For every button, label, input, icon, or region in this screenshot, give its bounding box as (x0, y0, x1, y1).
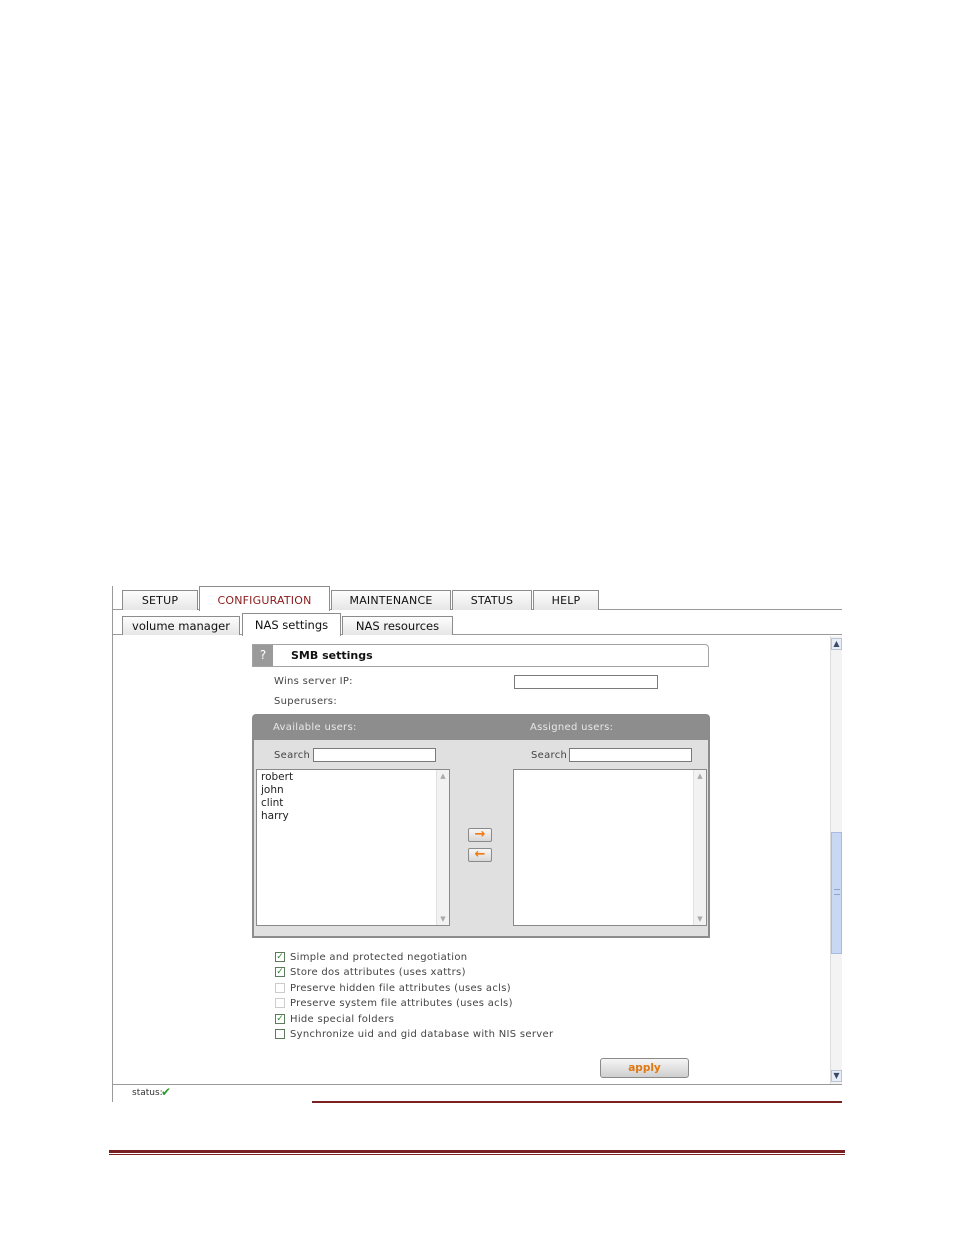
checkbox-disabled-icon (275, 983, 285, 993)
wins-server-label: Wins server IP: (274, 676, 353, 687)
checkbox-disabled-icon (275, 998, 285, 1008)
scroll-up-icon[interactable]: ▲ (831, 638, 842, 650)
subtab-volume-manager[interactable]: volume manager (122, 616, 240, 635)
option-label: Preserve system file attributes (uses ac… (290, 998, 513, 1009)
scroll-up-icon[interactable]: ▲ (438, 771, 448, 781)
status-ok-icon: ✔ (161, 1085, 172, 1099)
available-search-label: Search (274, 750, 311, 761)
available-users-header: Available users: (273, 722, 357, 733)
tab-help[interactable]: HELP (533, 590, 599, 610)
help-icon[interactable]: ? (253, 645, 273, 666)
superusers-label: Superusers: (274, 696, 337, 707)
option-label: Store dos attributes (uses xattrs) (290, 967, 466, 978)
scroll-down-icon[interactable]: ▼ (831, 1070, 842, 1082)
list-item[interactable]: john (257, 784, 449, 797)
sub-tab-bar: volume manager NAS settings NAS resource… (113, 610, 842, 636)
tab-maintenance[interactable]: MAINTENANCE (331, 590, 451, 610)
scroll-down-icon[interactable]: ▼ (695, 914, 705, 924)
section-title: SMB settings (291, 649, 373, 662)
footer-divider (109, 1150, 845, 1153)
option-label: Simple and protected negotiation (290, 952, 468, 963)
assigned-users-list[interactable]: ▲ ▼ (513, 769, 707, 926)
grip-icon (834, 889, 840, 895)
assigned-search-input[interactable] (569, 748, 692, 762)
option-label: Preserve hidden file attributes (uses ac… (290, 983, 511, 994)
list-item[interactable]: clint (257, 797, 449, 810)
scroll-down-icon[interactable]: ▼ (438, 914, 448, 924)
checkbox-checked-icon[interactable]: ✓ (275, 967, 285, 977)
checkbox-unchecked-icon[interactable] (275, 1029, 285, 1039)
add-user-button[interactable]: → (468, 828, 492, 842)
available-search-input[interactable] (313, 748, 436, 762)
users-assignment-panel: Available users: Assigned users: Search … (252, 714, 710, 938)
footer-divider (109, 1154, 845, 1155)
list-scrollbar[interactable]: ▲ ▼ (693, 770, 706, 925)
smb-settings-header: ? SMB settings (252, 644, 709, 667)
assigned-users-header: Assigned users: (530, 722, 614, 733)
checkbox-checked-icon[interactable]: ✓ (275, 952, 285, 962)
divider (312, 1101, 842, 1103)
option-label: Synchronize uid and gid database with NI… (290, 1029, 554, 1040)
subtab-nas-settings[interactable]: NAS settings (242, 613, 341, 636)
nas-config-window: SETUP CONFIGURATION MAINTENANCE STATUS H… (112, 586, 842, 1103)
available-users-list[interactable]: robert john clint harry ▲ ▼ (256, 769, 450, 926)
tab-configuration[interactable]: CONFIGURATION (199, 586, 330, 611)
scroll-thumb[interactable] (831, 832, 842, 954)
wins-server-input[interactable] (514, 675, 658, 689)
list-item[interactable]: harry (257, 810, 449, 823)
list-item[interactable]: robert (257, 771, 449, 784)
main-tab-bar: SETUP CONFIGURATION MAINTENANCE STATUS H… (113, 586, 842, 611)
assigned-search-label: Search (531, 750, 568, 761)
users-panel-header: Available users: Assigned users: (254, 716, 708, 740)
option-label: Hide special folders (290, 1014, 395, 1025)
checkbox-checked-icon[interactable]: ✓ (275, 1014, 285, 1024)
list-scrollbar[interactable]: ▲ ▼ (436, 770, 449, 925)
tab-setup[interactable]: SETUP (122, 590, 198, 610)
subtab-nas-resources[interactable]: NAS resources (342, 616, 453, 635)
scroll-up-icon[interactable]: ▲ (695, 771, 705, 781)
apply-button[interactable]: apply (600, 1058, 689, 1078)
status-label: status: (132, 1088, 163, 1098)
remove-user-button[interactable]: ← (468, 848, 492, 862)
page-scrollbar[interactable]: ▲ ▼ (830, 636, 842, 1084)
tab-status[interactable]: STATUS (452, 590, 532, 610)
status-bar: status: ✔ (113, 1084, 842, 1103)
